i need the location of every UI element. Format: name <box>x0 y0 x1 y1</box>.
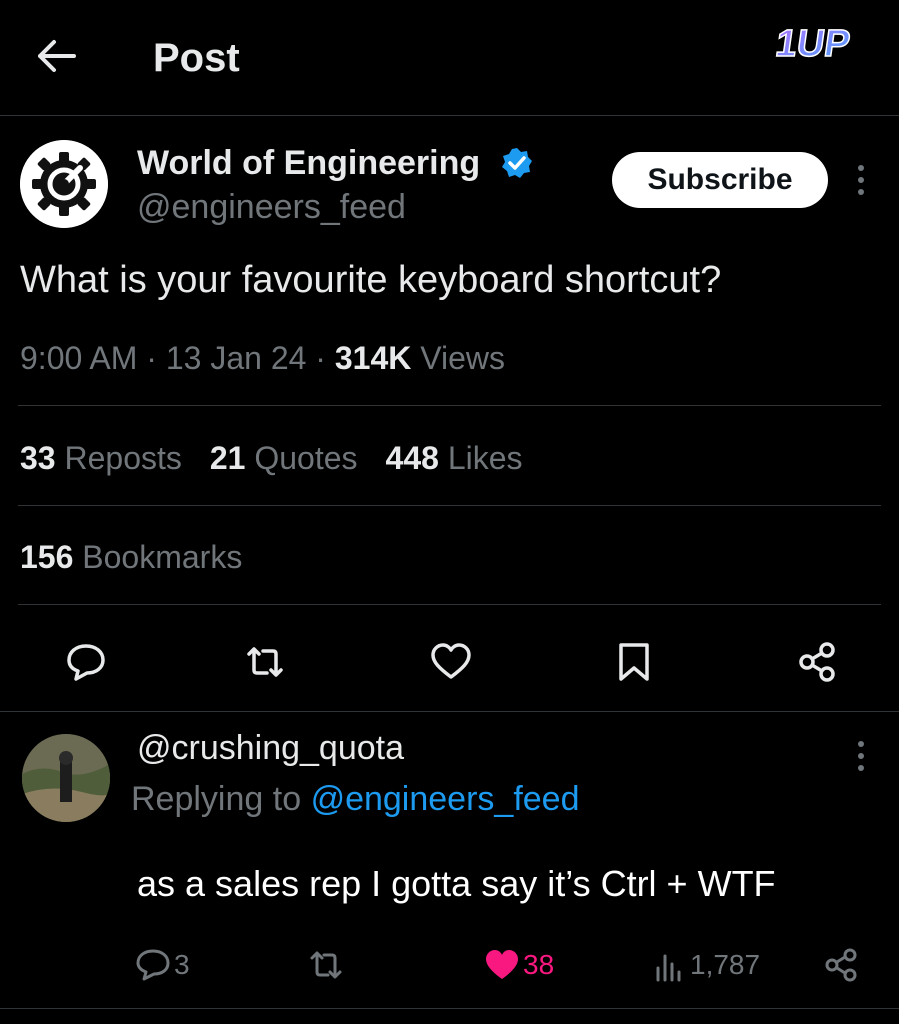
replying-mention-link[interactable]: @engineers_feed <box>311 780 580 818</box>
header-divider <box>0 115 899 116</box>
meta-divider <box>18 405 881 406</box>
page-title: Post <box>153 36 240 80</box>
post-time: 9:00 AM <box>20 340 138 376</box>
engagement-stats: 33 Reposts 21 Quotes 448 Likes <box>20 434 523 482</box>
more-options-button[interactable] <box>846 160 876 200</box>
svg-text:1UP: 1UP <box>773 22 853 64</box>
share-icon <box>799 642 835 682</box>
gear-logo-icon <box>20 140 108 228</box>
reply-repost-button[interactable] <box>307 945 345 985</box>
post-text: What is your favourite keyboard shortcut… <box>20 259 722 301</box>
like-button[interactable] <box>429 640 473 684</box>
replying-to: Replying to @engineers_feed <box>131 780 580 818</box>
more-vertical-icon <box>858 741 864 771</box>
reply-text: as a sales rep I gotta say it’s Ctrl + W… <box>137 863 776 904</box>
repost-icon <box>247 647 283 677</box>
reply-share-button[interactable] <box>822 945 860 985</box>
bookmark-button[interactable] <box>612 640 656 684</box>
share-icon <box>825 948 857 982</box>
reply-divider <box>0 1008 899 1009</box>
author-name[interactable]: World of Engineering <box>137 142 480 184</box>
bookmarks-stat[interactable]: 156 Bookmarks <box>20 533 242 581</box>
reply-reply-button[interactable]: 3 <box>134 945 190 985</box>
repost-icon <box>310 951 342 979</box>
likes-stat[interactable]: 448 Likes <box>386 440 523 476</box>
quotes-stat[interactable]: 21 Quotes <box>210 440 358 476</box>
actions-divider <box>0 711 899 712</box>
author-handle[interactable]: @engineers_feed <box>137 186 406 228</box>
reply-reply-count: 3 <box>174 949 190 980</box>
bar-chart-icon <box>656 954 681 982</box>
back-button[interactable] <box>32 34 80 78</box>
reply-views-button[interactable]: 1,787 <box>650 945 760 985</box>
reply-avatar[interactable] <box>22 734 110 822</box>
repost-button[interactable] <box>243 640 287 684</box>
verified-badge-icon <box>500 146 534 180</box>
reply-views-count: 1,787 <box>690 949 761 980</box>
reply-like-button[interactable]: 38 <box>483 945 554 985</box>
post-date: 13 Jan 24 <box>165 340 307 376</box>
reposts-stat[interactable]: 33 Reposts <box>20 440 182 476</box>
reply-button[interactable] <box>64 640 108 684</box>
subscribe-button[interactable]: Subscribe <box>612 152 828 208</box>
reply-handle[interactable]: @crushing_quota <box>137 726 404 770</box>
more-vertical-icon <box>858 165 864 195</box>
author-avatar[interactable] <box>20 140 108 228</box>
post-meta: 9:00 AM · 13 Jan 24 · 314K Views <box>20 340 506 376</box>
arrow-left-icon <box>38 40 76 72</box>
stats-divider <box>18 505 881 506</box>
comment-icon <box>136 949 170 981</box>
views-label: Views <box>420 340 506 376</box>
heart-icon <box>431 643 471 679</box>
share-button[interactable] <box>795 640 839 684</box>
reply-more-options-button[interactable] <box>846 736 876 776</box>
bookmark-icon <box>619 643 649 681</box>
bookmarks-divider <box>18 604 881 605</box>
reply-like-count: 38 <box>523 949 555 980</box>
1up-logo: 1UP <box>769 21 863 65</box>
heart-filled-icon <box>486 950 518 979</box>
views-count: 314K <box>334 340 412 376</box>
comment-icon <box>67 644 105 681</box>
